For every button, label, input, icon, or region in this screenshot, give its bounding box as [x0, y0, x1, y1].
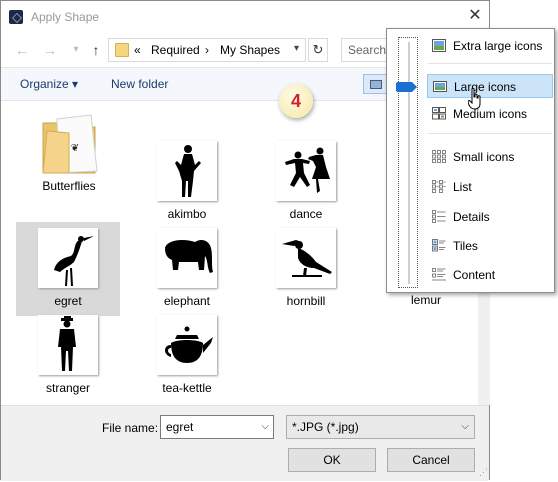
- file-name-label: File name:: [102, 421, 159, 435]
- back-button[interactable]: ←: [13, 41, 31, 59]
- akimbo-thumbnail: [157, 141, 217, 201]
- details-icon: [432, 210, 446, 223]
- app-icon: [9, 10, 23, 24]
- mouse-cursor-icon: [468, 88, 481, 110]
- file-name-input[interactable]: egret ⌵: [160, 415, 274, 439]
- svg-text:❦: ❦: [71, 143, 79, 154]
- view-menu: Extra large icons Large icons Medium ico…: [386, 28, 555, 293]
- menu-item-extra-large-icons[interactable]: Extra large icons: [427, 34, 553, 58]
- list-icon: [432, 180, 446, 193]
- file-item-tea-kettle[interactable]: tea-kettle: [135, 309, 239, 403]
- egret-thumbnail: [38, 228, 98, 288]
- folder-icon: ❦: [42, 114, 98, 174]
- medium-icons-icon: [432, 107, 446, 120]
- stranger-thumbnail: [38, 315, 98, 375]
- file-item-label: hornbill: [286, 294, 326, 308]
- file-name-value: egret: [166, 420, 194, 434]
- file-type-value: *.JPG (*.jpg): [292, 420, 359, 434]
- menu-item-label: List: [453, 180, 472, 194]
- chevron-down-icon: ⌵: [461, 421, 469, 432]
- tea-kettle-thumbnail: [157, 315, 217, 375]
- extra-large-icons-icon: [432, 39, 446, 52]
- menu-item-label: Tiles: [453, 239, 478, 253]
- menu-item-content[interactable]: Content: [427, 263, 553, 287]
- step-number-badge: 4: [279, 84, 313, 118]
- menu-item-small-icons[interactable]: Small icons: [427, 145, 553, 169]
- file-item-butterflies[interactable]: ❦ Butterflies: [17, 107, 121, 201]
- cancel-button[interactable]: Cancel: [387, 448, 475, 472]
- breadcrumb-separator: ›: [205, 43, 209, 57]
- hornbill-thumbnail: [276, 228, 336, 288]
- breadcrumb-my-shapes[interactable]: My Shapes: [220, 43, 280, 57]
- file-item-label: dance: [289, 207, 323, 221]
- dialog-footer: File name: egret ⌵ *.JPG (*.jpg) ⌵ OK Ca…: [1, 405, 489, 481]
- file-item-label: stranger: [45, 381, 91, 395]
- file-item-label: lemur: [410, 293, 441, 307]
- menu-item-large-icons[interactable]: Large icons: [427, 74, 553, 98]
- breadcrumb-overflow[interactable]: «: [134, 43, 141, 57]
- slider-track-line: [408, 42, 410, 284]
- content-icon: [432, 268, 446, 281]
- menu-item-label: Details: [453, 210, 490, 224]
- breadcrumb-required[interactable]: Required: [151, 43, 200, 57]
- file-item-dance[interactable]: dance: [254, 135, 358, 229]
- ok-button[interactable]: OK: [288, 448, 376, 472]
- dance-thumbnail: [276, 141, 336, 201]
- menu-item-label: Large icons: [454, 80, 517, 94]
- file-item-akimbo[interactable]: akimbo: [135, 135, 239, 229]
- file-item-hornbill[interactable]: hornbill: [254, 222, 358, 316]
- folder-icon: [115, 43, 129, 57]
- menu-item-label: Medium icons: [453, 107, 528, 121]
- menu-item-tiles[interactable]: Tiles: [427, 234, 553, 258]
- menu-separator: [428, 133, 552, 134]
- file-item-egret[interactable]: egret: [16, 222, 120, 316]
- refresh-button[interactable]: ↻: [308, 38, 328, 62]
- menu-item-label: Content: [453, 268, 496, 282]
- view-size-slider[interactable]: [398, 37, 418, 288]
- menu-item-list[interactable]: List: [427, 175, 553, 199]
- elephant-thumbnail: [157, 228, 217, 288]
- new-folder-button[interactable]: New folder: [111, 77, 168, 91]
- close-button[interactable]: ✕: [463, 4, 487, 28]
- organize-menu[interactable]: Organize ▾: [20, 77, 78, 91]
- resize-grip-icon[interactable]: ⋰: [479, 467, 489, 477]
- file-item-label: akimbo: [167, 207, 207, 221]
- file-item-label: elephant: [163, 294, 211, 308]
- small-icons-icon: [432, 150, 446, 163]
- menu-item-details[interactable]: Details: [427, 205, 553, 229]
- menu-item-medium-icons[interactable]: Medium icons: [427, 102, 553, 126]
- menu-item-label: Extra large icons: [453, 39, 543, 53]
- menu-separator: [428, 63, 552, 64]
- tiles-icon: [432, 239, 446, 252]
- file-item-stranger[interactable]: stranger: [16, 309, 120, 403]
- slider-thumb-icon[interactable]: [396, 82, 417, 92]
- file-item-elephant[interactable]: elephant: [135, 222, 239, 316]
- up-button[interactable]: ↑: [87, 41, 105, 59]
- change-view-button[interactable]: [363, 74, 387, 94]
- address-bar[interactable]: « Required › My Shapes ▾: [108, 38, 306, 62]
- address-dropdown-chevron-icon[interactable]: ▾: [294, 43, 299, 54]
- file-item-label: egret: [54, 294, 82, 308]
- file-item-label: tea-kettle: [162, 381, 212, 395]
- file-item-label: Butterflies: [42, 179, 96, 193]
- menu-item-label: Small icons: [453, 150, 515, 164]
- large-icons-icon: [433, 81, 447, 92]
- file-name-dropdown-chevron-icon[interactable]: ⌵: [261, 416, 269, 438]
- file-type-select[interactable]: *.JPG (*.jpg) ⌵: [286, 415, 475, 439]
- recent-locations-chevron-icon[interactable]: ▾: [67, 41, 85, 59]
- forward-button[interactable]: →: [41, 41, 59, 59]
- window-title: Apply Shape: [31, 10, 100, 24]
